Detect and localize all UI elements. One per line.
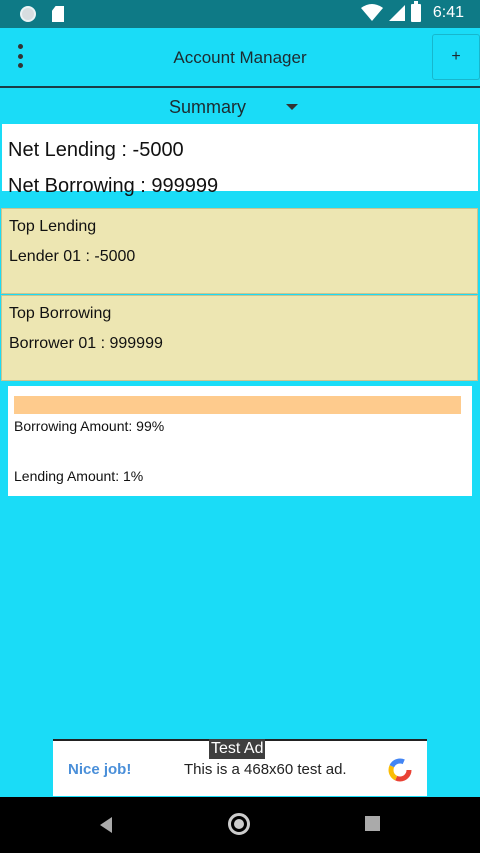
top-borrowing-heading: Top Borrowing	[9, 305, 112, 322]
status-time: 6:41	[432, 4, 464, 21]
ad-cta-text: Nice job!	[68, 761, 132, 778]
ad-network-logo-icon	[388, 758, 412, 782]
ad-body-text: This is a 468x60 test ad.	[184, 761, 347, 778]
back-icon[interactable]	[100, 817, 112, 833]
net-summary-card: Net Lending : -5000 Net Borrowing : 9999…	[2, 124, 478, 197]
dropdown-caret-icon	[286, 104, 299, 110]
wifi-icon	[360, 4, 383, 21]
add-button[interactable]: +	[432, 34, 480, 80]
view-selector-dropdown[interactable]: Summary	[169, 94, 309, 120]
top-borrower-entry: Borrower 01 : 999999	[9, 335, 163, 352]
recents-icon[interactable]	[365, 816, 380, 831]
ad-banner[interactable]: Test Ad Nice job! This is a 468x60 test …	[53, 739, 427, 796]
borrowing-amount-label: Borrowing Amount: 99%	[14, 418, 165, 434]
home-icon[interactable]	[228, 813, 250, 835]
notification-dot-icon	[20, 6, 36, 22]
net-lending-text: Net Lending : -5000	[8, 139, 184, 161]
toolbar: Account Manager +	[0, 28, 480, 88]
app-title: Account Manager	[173, 48, 307, 67]
top-lending-heading: Top Lending	[9, 218, 97, 235]
signal-icon	[388, 5, 405, 21]
status-bar: 6:41	[0, 0, 480, 28]
net-borrowing-text: Net Borrowing : 999999	[8, 175, 219, 197]
top-borrowing-card[interactable]: Top Borrowing Borrower 01 : 999999	[1, 295, 478, 381]
battery-icon	[410, 1, 421, 22]
top-lending-card[interactable]: Top Lending Lender 01 : -5000	[1, 208, 478, 294]
ad-tag: Test Ad	[209, 739, 266, 759]
ratio-chart-card: Borrowing Amount: 99% Lending Amount: 1%	[8, 386, 472, 496]
view-selector-value: Summary	[169, 96, 247, 117]
borrowing-ratio-bar	[14, 396, 462, 414]
sd-card-icon	[52, 6, 64, 22]
lending-amount-label: Lending Amount: 1%	[14, 468, 144, 484]
ratio-bar-track	[14, 396, 466, 414]
top-lender-entry: Lender 01 : -5000	[9, 248, 136, 265]
system-nav-bar	[0, 797, 480, 853]
